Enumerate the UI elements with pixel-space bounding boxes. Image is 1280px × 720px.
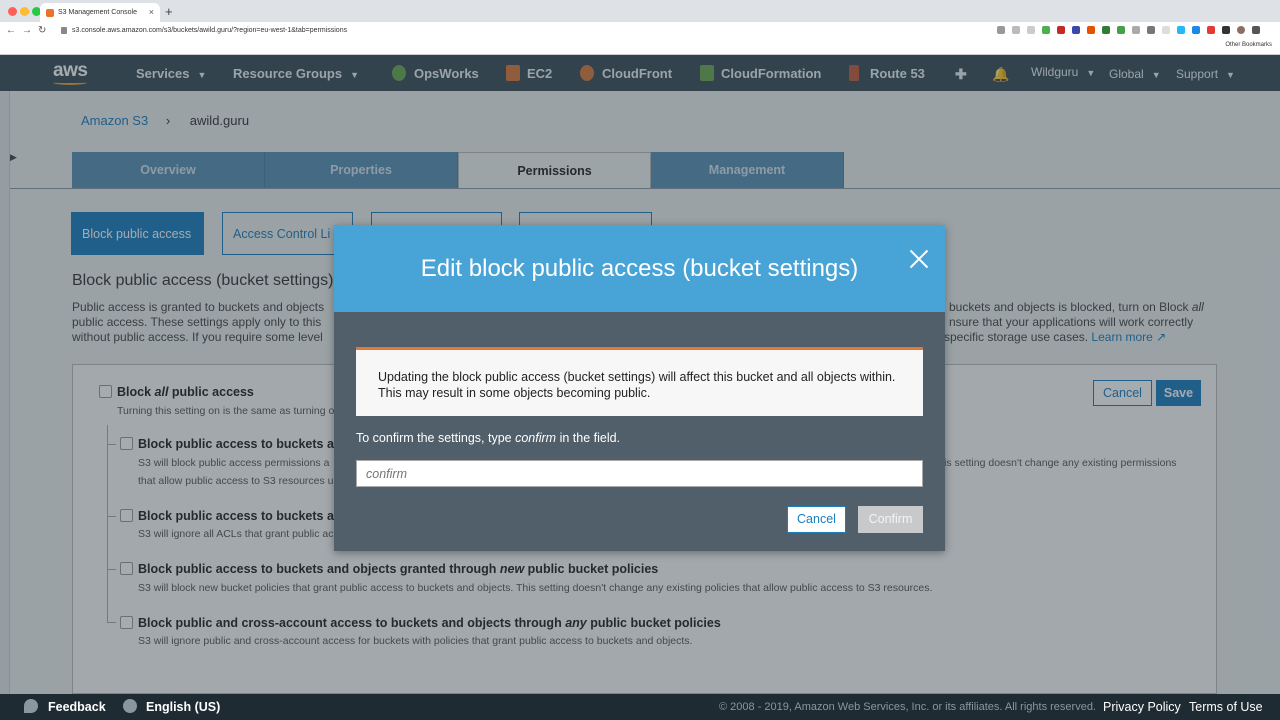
s3-favicon-icon <box>46 9 54 17</box>
modal-cancel-button[interactable]: Cancel <box>787 506 846 533</box>
feedback-link[interactable]: Feedback <box>48 700 106 714</box>
confirm-input[interactable] <box>356 460 923 487</box>
modal-confirm-button[interactable]: Confirm <box>858 506 923 533</box>
confirm-prompt: To confirm the settings, type confirm in… <box>356 431 620 445</box>
copyright-text: © 2008 - 2019, Amazon Web Services, Inc.… <box>719 701 1096 713</box>
browser-toolbar: ←→↻ s3.console.aws.amazon.com/s3/buckets… <box>0 22 1280 39</box>
privacy-policy-link[interactable]: Privacy Policy <box>1103 700 1181 714</box>
browser-tab[interactable]: S3 Management Console × <box>40 3 160 23</box>
browser-chrome: S3 Management Console × + ←→↻ s3.console… <box>0 0 1280 55</box>
other-bookmarks[interactable]: Other Bookmarks <box>1225 42 1272 48</box>
lock-icon <box>61 27 67 34</box>
new-tab-icon[interactable]: + <box>165 4 173 19</box>
extension-icons[interactable] <box>997 26 1260 35</box>
warning-text: Updating the block public access (bucket… <box>378 370 896 400</box>
back-forward-reload-icons[interactable]: ←→↻ <box>6 25 52 36</box>
confirm-prompt-a: To confirm the settings, type <box>356 431 516 445</box>
close-icon[interactable] <box>907 247 931 271</box>
confirm-prompt-em: confirm <box>515 431 557 445</box>
footer: Feedback English (US) © 2008 - 2019, Ama… <box>0 694 1280 720</box>
close-window-icon[interactable] <box>8 7 17 16</box>
confirm-prompt-b: in the field. <box>556 431 621 445</box>
minimize-window-icon[interactable] <box>20 7 29 16</box>
close-tab-icon[interactable]: × <box>149 7 154 17</box>
edit-block-public-access-modal: Edit block public access (bucket setting… <box>334 225 945 551</box>
language-selector[interactable]: English (US) <box>146 700 220 714</box>
modal-header: Edit block public access (bucket setting… <box>334 225 945 312</box>
warning-alert: Updating the block public access (bucket… <box>356 347 923 416</box>
address-bar[interactable]: s3.console.aws.amazon.com/s3/buckets/awi… <box>72 27 347 34</box>
feedback-icon <box>24 699 38 713</box>
terms-of-use-link[interactable]: Terms of Use <box>1189 700 1263 714</box>
modal-title: Edit block public access (bucket setting… <box>420 255 859 282</box>
browser-tab-title: S3 Management Console <box>58 9 137 16</box>
bookmarks-bar: Other Bookmarks <box>0 39 1280 55</box>
globe-icon <box>123 699 137 713</box>
